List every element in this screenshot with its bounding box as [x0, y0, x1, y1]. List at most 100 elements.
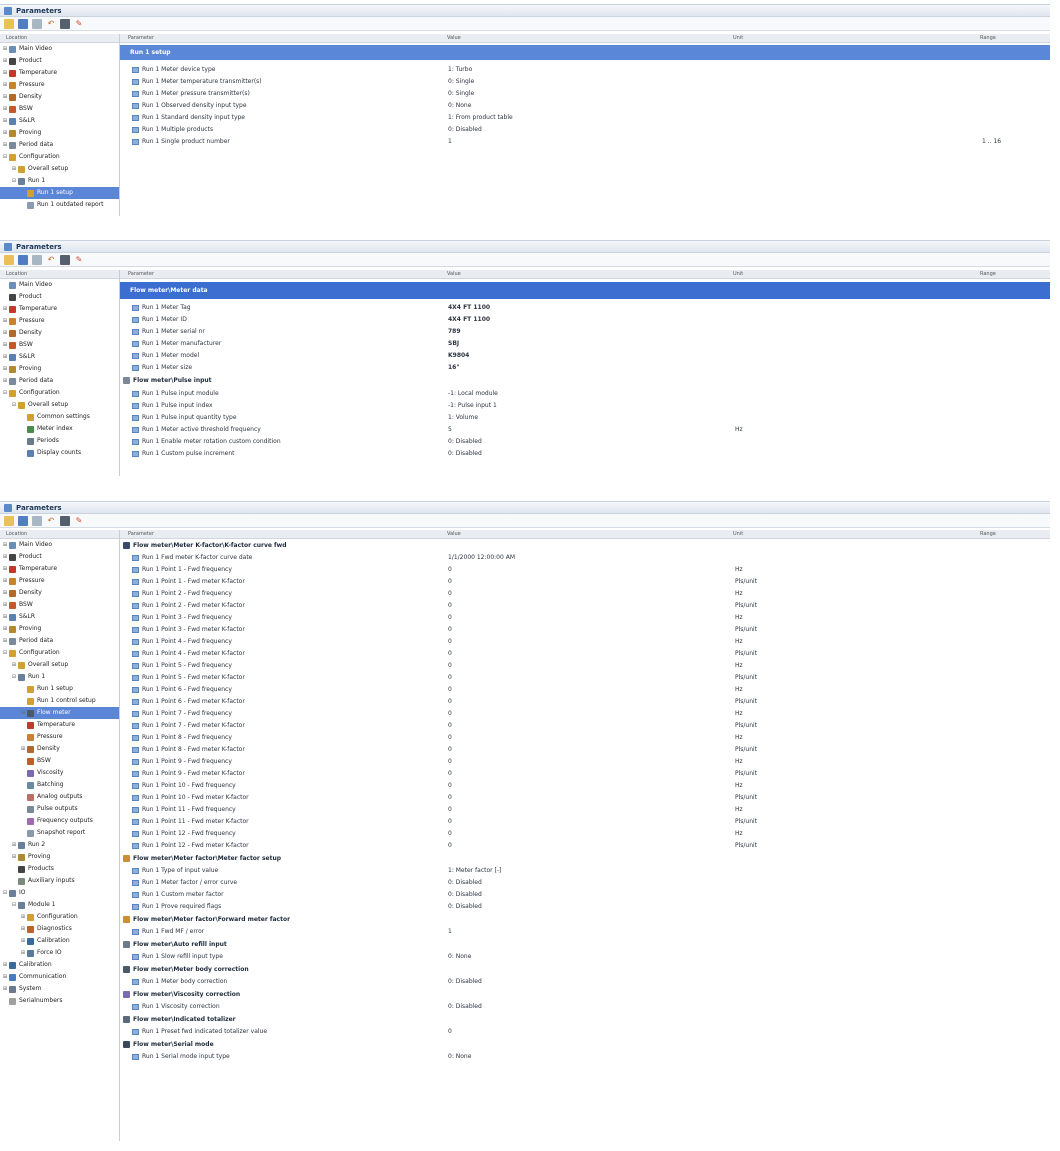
- parameter-value[interactable]: 16": [448, 364, 459, 371]
- collapse-icon[interactable]: ⊟: [11, 399, 17, 411]
- expand-icon[interactable]: ⊞: [2, 563, 8, 575]
- tree-item[interactable]: ⊞ BSW: [0, 599, 119, 611]
- tree-item[interactable]: ⊟ Configuration: [0, 647, 119, 659]
- tree-item[interactable]: ⊞ Density: [0, 327, 119, 339]
- collapse-icon[interactable]: ⊟: [2, 647, 8, 659]
- parameter-row[interactable]: Run 1 Point 12 - Fwd meter K-factor 0 Pls/…: [120, 840, 1050, 852]
- print-icon[interactable]: [32, 18, 42, 29]
- collapse-icon[interactable]: ⊟: [11, 899, 17, 911]
- expand-icon[interactable]: ⊞: [20, 947, 26, 959]
- tree-item[interactable]: Run 1 control setup: [0, 695, 119, 707]
- parameter-row[interactable]: Run 1 Point 2 - Fwd frequency 0 Hz: [120, 588, 1050, 600]
- group-header[interactable]: Flow meter\Indicated totalizer: [120, 1013, 1050, 1026]
- col-parameter[interactable]: Parameter: [128, 531, 154, 537]
- parameter-row[interactable]: Run 1 Pulse input index -1: Pulse input 1: [120, 400, 1050, 412]
- tree-item[interactable]: Main Video: [0, 279, 119, 291]
- tree-item[interactable]: ⊟ Configuration: [0, 387, 119, 399]
- parameter-row[interactable]: Run 1 Viscosity correction 0: Disabled: [120, 1001, 1050, 1013]
- open-folder-icon[interactable]: [4, 18, 14, 29]
- tree-item[interactable]: ⊞ S&LR: [0, 115, 119, 127]
- parameter-row[interactable]: Run 1 Pulse input quantity type 1: Volume: [120, 412, 1050, 424]
- tree-item[interactable]: ⊞ Pressure: [0, 315, 119, 327]
- undo-icon[interactable]: ↶: [46, 255, 56, 265]
- group-header[interactable]: Flow meter\Meter factor\Forward meter fa…: [120, 913, 1050, 926]
- tree-item[interactable]: Batching: [0, 779, 119, 791]
- parameter-value[interactable]: 0: [448, 638, 452, 645]
- tree-item[interactable]: ⊞ Overall setup: [0, 163, 119, 175]
- expand-icon[interactable]: ⊞: [11, 659, 17, 671]
- group-header[interactable]: Flow meter\Auto refill input: [120, 938, 1050, 951]
- tools-icon[interactable]: ✎: [74, 255, 84, 265]
- parameter-value[interactable]: 0: [448, 806, 452, 813]
- expand-icon[interactable]: ⊞: [2, 635, 8, 647]
- parameter-value[interactable]: 0: Disabled: [448, 1003, 482, 1010]
- parameter-row[interactable]: Run 1 Meter ID 4X4 FT 1100: [120, 314, 1050, 326]
- tree-item[interactable]: ⊞ Proving: [0, 623, 119, 635]
- expand-icon[interactable]: ⊞: [2, 611, 8, 623]
- expand-icon[interactable]: ⊞: [20, 935, 26, 947]
- tree-item[interactable]: ⊞ Proving: [0, 127, 119, 139]
- parameter-value[interactable]: 0: [448, 782, 452, 789]
- group-header[interactable]: Flow meter\Pulse input: [120, 374, 1050, 387]
- parameter-row[interactable]: Run 1 Meter model K9804: [120, 350, 1050, 362]
- tree-item[interactable]: ⊟ IO: [0, 887, 119, 899]
- tree-item[interactable]: Meter index: [0, 423, 119, 435]
- tree-item[interactable]: ⊞ Period data: [0, 375, 119, 387]
- tree-item[interactable]: ⊞ Product: [0, 551, 119, 563]
- parameter-value[interactable]: 0: [448, 614, 452, 621]
- tree-item[interactable]: ⊞ Calibration: [0, 935, 119, 947]
- tree-item[interactable]: ⊞ Main Video: [0, 43, 119, 55]
- parameter-row[interactable]: Run 1 Point 10 - Fwd frequency 0 Hz: [120, 780, 1050, 792]
- parameter-value[interactable]: 0: [448, 770, 452, 777]
- group-header[interactable]: Flow meter\Serial mode: [120, 1038, 1050, 1051]
- tree-item[interactable]: Periods: [0, 435, 119, 447]
- tree-item[interactable]: ⊞ Temperature: [0, 303, 119, 315]
- tree-item[interactable]: ⊞ BSW: [0, 339, 119, 351]
- print-icon[interactable]: [32, 254, 42, 265]
- parameter-value[interactable]: 1: Volume: [448, 414, 478, 421]
- collapse-icon[interactable]: ⊟: [11, 175, 17, 187]
- parameter-value[interactable]: 0: [448, 758, 452, 765]
- parameter-value[interactable]: 0: Disabled: [448, 903, 482, 910]
- parameter-row[interactable]: Run 1 Point 1 - Fwd frequency 0 Hz: [120, 564, 1050, 576]
- tree-item[interactable]: Product: [0, 291, 119, 303]
- parameter-row[interactable]: Run 1 Point 10 - Fwd meter K-factor 0 Pls/…: [120, 792, 1050, 804]
- col-unit[interactable]: Unit: [733, 271, 743, 277]
- parameter-row[interactable]: Run 1 Point 6 - Fwd meter K-factor 0 Pls/u…: [120, 696, 1050, 708]
- tree-item[interactable]: Viscosity: [0, 767, 119, 779]
- tree-item[interactable]: ⊟ Run 1: [0, 671, 119, 683]
- tree-item[interactable]: Frequency outputs: [0, 815, 119, 827]
- parameter-row[interactable]: Run 1 Multiple products 0: Disabled: [120, 124, 1050, 136]
- parameter-row[interactable]: Run 1 Observed density input type 0: None: [120, 100, 1050, 112]
- parameter-row[interactable]: Run 1 Meter manufacturer SBJ: [120, 338, 1050, 350]
- parameter-value[interactable]: 0: [448, 566, 452, 573]
- parameter-row[interactable]: Run 1 Fwd meter K-factor curve date 1/1/2…: [120, 552, 1050, 564]
- expand-icon[interactable]: ⊞: [11, 163, 17, 175]
- tree-item[interactable]: Run 1 setup: [0, 187, 119, 199]
- parameter-value[interactable]: 0: [448, 602, 452, 609]
- expand-icon[interactable]: ⊞: [2, 339, 8, 351]
- section-header[interactable]: Run 1 setup: [120, 45, 1050, 60]
- expand-icon[interactable]: ⊞: [2, 79, 8, 91]
- parameter-value[interactable]: 0: [448, 590, 452, 597]
- tree-item[interactable]: Pulse outputs: [0, 803, 119, 815]
- parameter-row[interactable]: Run 1 Meter factor / error curve 0: Disab…: [120, 877, 1050, 889]
- tree-item[interactable]: Run 1 setup: [0, 683, 119, 695]
- col-range[interactable]: Range: [980, 531, 996, 537]
- parameter-value[interactable]: 0: [448, 722, 452, 729]
- expand-icon[interactable]: ⊞: [2, 971, 8, 983]
- grid-icon[interactable]: [60, 515, 70, 526]
- parameter-value[interactable]: 0: [448, 662, 452, 669]
- expand-icon[interactable]: ⊞: [2, 539, 8, 551]
- tree-item[interactable]: ⊞ Density: [0, 91, 119, 103]
- parameter-value[interactable]: 0: None: [448, 1053, 471, 1060]
- tree-item[interactable]: Analog outputs: [0, 791, 119, 803]
- tree-item[interactable]: ⊞ Communication: [0, 971, 119, 983]
- save-icon[interactable]: [18, 254, 28, 265]
- collapse-icon[interactable]: ⊟: [2, 387, 8, 399]
- parameter-value[interactable]: -1: Local module: [448, 390, 498, 397]
- tree-item[interactable]: ⊞ Main Video: [0, 539, 119, 551]
- expand-icon[interactable]: ⊞: [2, 67, 8, 79]
- parameter-row[interactable]: Run 1 Meter temperature transmitter(s) 0:…: [120, 76, 1050, 88]
- tree-item[interactable]: ⊟ Overall setup: [0, 399, 119, 411]
